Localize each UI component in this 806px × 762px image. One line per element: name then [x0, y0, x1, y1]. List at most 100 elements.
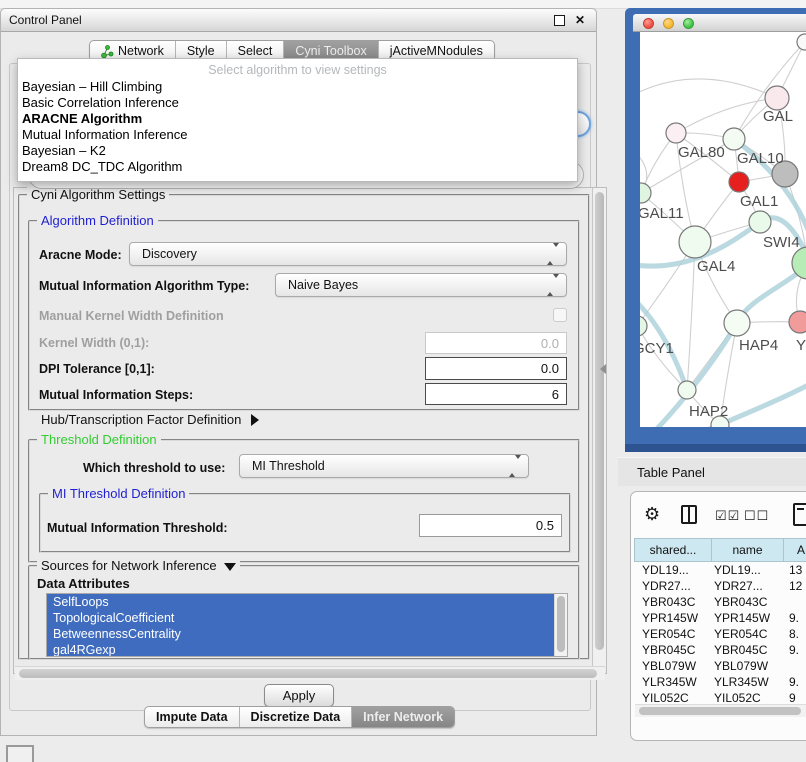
split-pane-handle-icon[interactable] [600, 364, 606, 374]
split-columns-icon[interactable] [681, 505, 697, 524]
stepper-arrows-icon [547, 278, 559, 292]
mi-steps-value: 6 [552, 387, 559, 402]
table-row[interactable]: YDR27...YDR27...12 [634, 578, 806, 594]
attribute-item-betweennesscentrality[interactable]: BetweennessCentrality [47, 626, 554, 642]
table-row[interactable]: YBR043CYBR043C [634, 594, 806, 610]
close-icon[interactable]: ✕ [575, 13, 585, 27]
kernel-width-value: 0.0 [541, 336, 559, 351]
aracne-mode-label: Aracne Mode: [39, 248, 122, 262]
table-row[interactable]: YER054CYER054C8. [634, 626, 806, 642]
settings-hscroll-thumb[interactable] [19, 669, 597, 678]
table-hscroll-thumb[interactable] [639, 707, 801, 715]
attribute-item-topologicalcoefficient[interactable]: TopologicalCoefficient [47, 610, 554, 626]
tab-label: Style [187, 44, 215, 58]
close-traffic-light[interactable] [643, 18, 654, 29]
tab-discretize-data[interactable]: Discretize Data [239, 707, 352, 727]
network-window-titlebar [633, 14, 806, 32]
tab-label: Impute Data [156, 710, 228, 724]
attribute-item-selfloops[interactable]: SelfLoops [47, 594, 554, 610]
network-node-gcy1[interactable] [640, 316, 647, 336]
mi-steps-field[interactable]: 6 [425, 383, 567, 405]
settings-horizontal-scrollbar[interactable] [15, 666, 605, 680]
network-node-hap2[interactable] [678, 381, 696, 399]
table-row[interactable]: YDL19...YDL19...13 [634, 562, 806, 578]
table-row[interactable]: YIL052CYIL052C9 [634, 690, 806, 704]
sources-title-text: Sources for Network Inference [41, 558, 217, 573]
network-edge[interactable] [676, 98, 777, 133]
select-all-icon[interactable]: ☑☑ [715, 508, 740, 524]
deselect-all-icon[interactable]: ☐☐ [744, 508, 769, 524]
tab-impute-data[interactable]: Impute Data [145, 707, 239, 727]
tab-infer-network[interactable]: Infer Network [351, 707, 454, 727]
dropdown-item-dream8-dc-tdc-algorithm[interactable]: Dream8 DC_TDC Algorithm [18, 159, 577, 175]
tab-label: Cyni Toolbox [295, 44, 366, 58]
network-canvas[interactable]: GALGAL80GAL10GAL1GAL11SWI4GAL4HAP4YGCY1H… [640, 32, 806, 427]
stepper-arrows-icon [509, 459, 521, 473]
dropdown-item-bayesian-k2[interactable]: Bayesian – K2 [18, 143, 577, 159]
table-row[interactable]: YLR345WYLR345W9. [634, 674, 806, 690]
manual-kernel-label: Manual Kernel Width Definition [39, 309, 224, 323]
dropdown-placeholder: Select algorithm to view settings [18, 61, 577, 79]
manual-kernel-checkbox[interactable] [553, 308, 567, 322]
table-cell: YBR045C [712, 642, 784, 658]
table-row[interactable]: YPR145WYPR145W9. [634, 610, 806, 626]
mi-type-label: Mutual Information Algorithm Type: [39, 279, 249, 293]
dropdown-item-basic-correlation-inference[interactable]: Basic Correlation Inference [18, 95, 577, 111]
network-node-gal1[interactable] [729, 172, 749, 192]
network-node-hap4[interactable] [724, 310, 750, 336]
settings-vertical-scrollbar[interactable] [592, 188, 606, 666]
table-cell [784, 658, 806, 674]
column-header-name[interactable]: name [712, 538, 784, 562]
network-node[interactable] [797, 34, 806, 50]
minimize-traffic-light[interactable] [663, 18, 674, 29]
network-edge[interactable] [652, 264, 806, 427]
tab-label: Network [118, 44, 164, 58]
network-view-window: GALGAL80GAL10GAL1GAL11SWI4GAL4HAP4YGCY1H… [625, 8, 806, 452]
node-label-gal10: GAL10 [737, 150, 784, 167]
settings-vscroll-thumb[interactable] [595, 192, 604, 650]
which-threshold-combo[interactable]: MI Threshold [239, 454, 529, 478]
table-cell: YPR145W [634, 610, 712, 626]
aracne-mode-combo[interactable]: Discovery [129, 242, 567, 266]
dropdown-item-mutual-information-inference[interactable]: Mutual Information Inference [18, 127, 577, 143]
network-node-swi4[interactable] [749, 211, 771, 233]
zoom-traffic-light[interactable] [683, 18, 694, 29]
network-node-gal80[interactable] [666, 123, 686, 143]
table-header-row: shared...nameA [634, 538, 806, 562]
kernel-width-field[interactable]: 0.0 [425, 332, 567, 354]
list-scrollbar[interactable] [554, 594, 567, 656]
dropdown-item-aracne-algorithm[interactable]: ARACNE Algorithm [18, 111, 577, 127]
column-header-a[interactable]: A [784, 538, 806, 562]
dropdown-item-bayesian-hill-climbing[interactable]: Bayesian – Hill Climbing [18, 79, 577, 95]
network-node-gal[interactable] [765, 86, 789, 110]
kernel-width-label: Kernel Width (0,1): [39, 336, 149, 350]
table-cell: YBR043C [712, 594, 784, 610]
control-panel-titlebar: Control Panel ✕ [1, 9, 596, 32]
list-scrollbar-thumb[interactable] [557, 596, 565, 652]
bottom-tabs: Impute Data Discretize DataInfer Network [144, 706, 455, 728]
data-attributes-list[interactable]: SelfLoopsTopologicalCoefficientBetweenne… [46, 593, 568, 657]
network-node-gal4[interactable] [679, 226, 711, 258]
dropdown-items-holder: Bayesian – Hill ClimbingBasic Correlatio… [18, 79, 577, 175]
table-cell: YBR045C [634, 642, 712, 658]
network-node-y[interactable] [789, 311, 806, 333]
dpi-tolerance-field[interactable]: 0.0 [425, 357, 567, 380]
network-edge[interactable] [640, 79, 777, 98]
mi-type-combo[interactable]: Naive Bayes [275, 273, 567, 297]
network-node-gal10[interactable] [723, 128, 745, 150]
table-function-icon[interactable] [793, 503, 806, 526]
attribute-item-gal4rgexp[interactable]: gal4RGexp [47, 642, 554, 657]
sources-group-title[interactable]: Sources for Network Inference [37, 558, 240, 573]
node-label-gal11: GAL11 [640, 205, 684, 222]
table-row[interactable]: YBR045CYBR045C9. [634, 642, 806, 658]
mi-threshold-field[interactable]: 0.5 [419, 514, 562, 537]
float-window-icon[interactable] [554, 15, 565, 26]
column-header-shared[interactable]: shared... [634, 538, 712, 562]
apply-button[interactable]: Apply [264, 684, 334, 707]
table-row[interactable]: YBL079WYBL079W [634, 658, 806, 674]
gear-icon[interactable]: ⚙ [644, 504, 660, 525]
hub-definition-toggle[interactable]: Hub/Transcription Factor Definition [41, 412, 259, 427]
table-horizontal-scrollbar[interactable] [635, 704, 806, 717]
mi-steps-label: Mutual Information Steps: [39, 388, 193, 402]
network-edge[interactable] [687, 242, 695, 390]
